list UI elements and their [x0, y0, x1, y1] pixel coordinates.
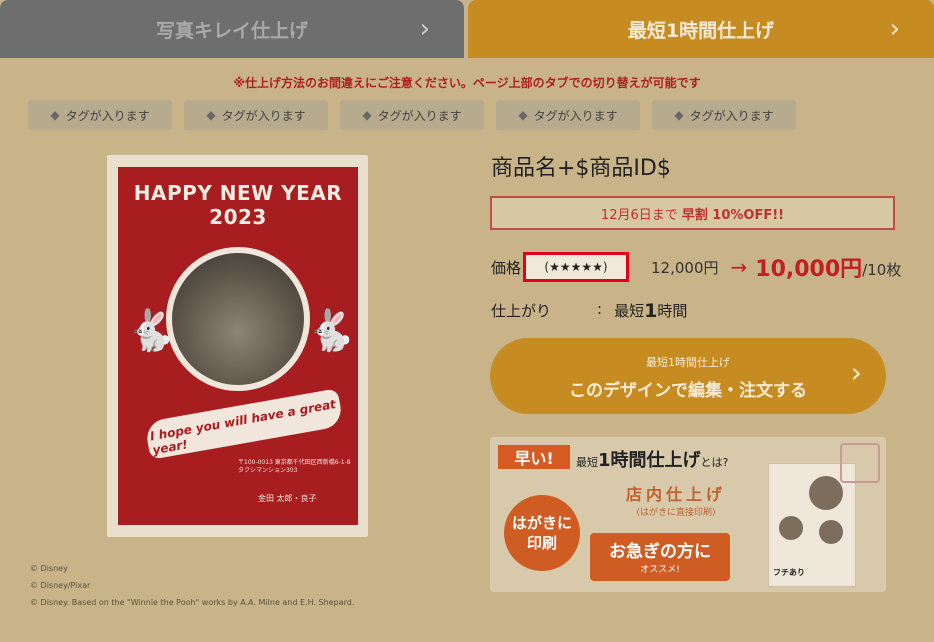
card-address: 〒100-0013 東京都千代田区西新橋6-1-8 タクシマンション303	[238, 459, 351, 474]
finish-label: 仕上がり	[491, 302, 552, 320]
in-store-finish-sub: (はがきに直接印刷)	[636, 508, 716, 518]
tag-icon: ◆	[674, 108, 684, 122]
finish-time-row: 仕上がり : 最短 1 時間	[491, 300, 687, 322]
print-on-postcard-circle: はがきに 印刷	[504, 495, 580, 571]
promo-discount: 早割 10%OFF!!	[681, 207, 785, 223]
promo-date: 12月6日まで	[600, 207, 678, 223]
ad-title: 最短1時間仕上げとは?	[576, 446, 728, 472]
tab-label: 写真キレイ仕上げ	[155, 19, 308, 42]
ad-title-suffix: とは?	[700, 456, 729, 469]
fast-badge: 早い!	[498, 445, 570, 469]
tag-chip[interactable]: ◆ タグが入ります	[496, 100, 640, 130]
sale-price: 10,000円	[755, 257, 863, 282]
corner-stamp-icon	[840, 443, 880, 483]
photo-thumb	[779, 516, 803, 540]
finish-colon: :	[597, 300, 603, 318]
tag-label: タグが入ります	[221, 108, 306, 123]
tag-chip[interactable]: ◆ タグが入ります	[652, 100, 796, 130]
tag-icon: ◆	[50, 108, 60, 122]
tag-label: タグが入ります	[65, 108, 150, 123]
cta-label: このデザインで編集・注文する	[569, 381, 807, 401]
rabbit-icon: 🐇	[306, 308, 356, 354]
photo-thumb	[819, 520, 843, 544]
in-store-finish-label: 店内仕上げ	[625, 485, 726, 504]
finish-method-notice: ※仕上げ方法のお間違えにご注意ください。ページ上部のタブでの切り替えが可能です	[233, 76, 701, 90]
tag-chip[interactable]: ◆ タグが入ります	[28, 100, 172, 130]
border-label: フチあり	[773, 568, 805, 577]
ad-title-main: 1時間仕上げ	[598, 450, 701, 471]
finish-prefix: 最短	[614, 302, 645, 320]
price-label: 価格	[491, 258, 522, 277]
card-title: HAPPY NEW YEAR 2023	[133, 181, 343, 229]
tab-one-hour-finish[interactable]: 最短1時間仕上げ ›	[468, 0, 934, 58]
tag-label: タグが入ります	[377, 108, 462, 123]
family-photo	[166, 247, 310, 391]
copyright-credits: © Disney © Disney/Pixar © Disney. Based …	[30, 560, 354, 611]
rush-main: お急ぎの方に	[609, 542, 711, 562]
early-discount-banner: 12月6日まで 早割 10%OFF!!	[490, 196, 895, 230]
tag-chip[interactable]: ◆ タグが入ります	[184, 100, 328, 130]
ad-title-prefix: 最短	[576, 456, 598, 469]
credit-line: © Disney	[30, 564, 68, 573]
tag-label: タグが入ります	[533, 108, 618, 123]
photo-thumb	[809, 476, 843, 510]
rush-recommend-box: お急ぎの方に オススメ!	[590, 533, 730, 581]
tag-chip[interactable]: ◆ タグが入ります	[340, 100, 484, 130]
chevron-right-icon: ›	[850, 356, 862, 389]
arrow-right-icon: →	[730, 255, 748, 279]
tag-icon: ◆	[362, 108, 372, 122]
original-price: 12,000円	[651, 258, 719, 277]
tag-icon: ◆	[518, 108, 528, 122]
chevron-right-icon: ›	[419, 14, 430, 44]
price-row: 価格 (★★★★★) 12,000円 → 10,000円 /10枚	[491, 252, 901, 282]
card-names: 金田 太郎・良子	[258, 494, 317, 503]
tab-label: 最短1時間仕上げ	[627, 19, 775, 42]
price-unit: /10枚	[862, 260, 902, 279]
credit-line: © Disney/Pixar	[30, 581, 91, 590]
tag-icon: ◆	[206, 108, 216, 122]
star-rating: (★★★★★)	[523, 252, 629, 282]
product-title: 商品名+$商品ID$	[491, 156, 671, 181]
finish-hours: 1	[644, 300, 658, 322]
one-hour-finish-info-banner[interactable]: 早い! 最短1時間仕上げとは? はがきに 印刷 店内仕上げ (はがきに直接印刷)…	[490, 437, 886, 592]
tag-label: タグが入ります	[689, 108, 774, 123]
chevron-right-icon: ›	[889, 14, 900, 44]
edit-order-button[interactable]: 最短1時間仕上げ このデザインで編集・注文する ›	[490, 338, 886, 414]
rush-sub: オススメ!	[640, 565, 680, 575]
finish-type-tabs: 写真キレイ仕上げ › 最短1時間仕上げ ›	[0, 0, 934, 58]
tab-photo-clean-finish[interactable]: 写真キレイ仕上げ ›	[0, 0, 464, 58]
cta-subtitle: 最短1時間仕上げ	[646, 356, 730, 369]
finish-suffix: 時間	[657, 302, 688, 320]
credit-line: © Disney. Based on the "Winnie the Pooh"…	[30, 598, 355, 607]
new-year-card-preview[interactable]: HAPPY NEW YEAR 2023 🐇 🐇 I hope you will …	[118, 167, 358, 525]
